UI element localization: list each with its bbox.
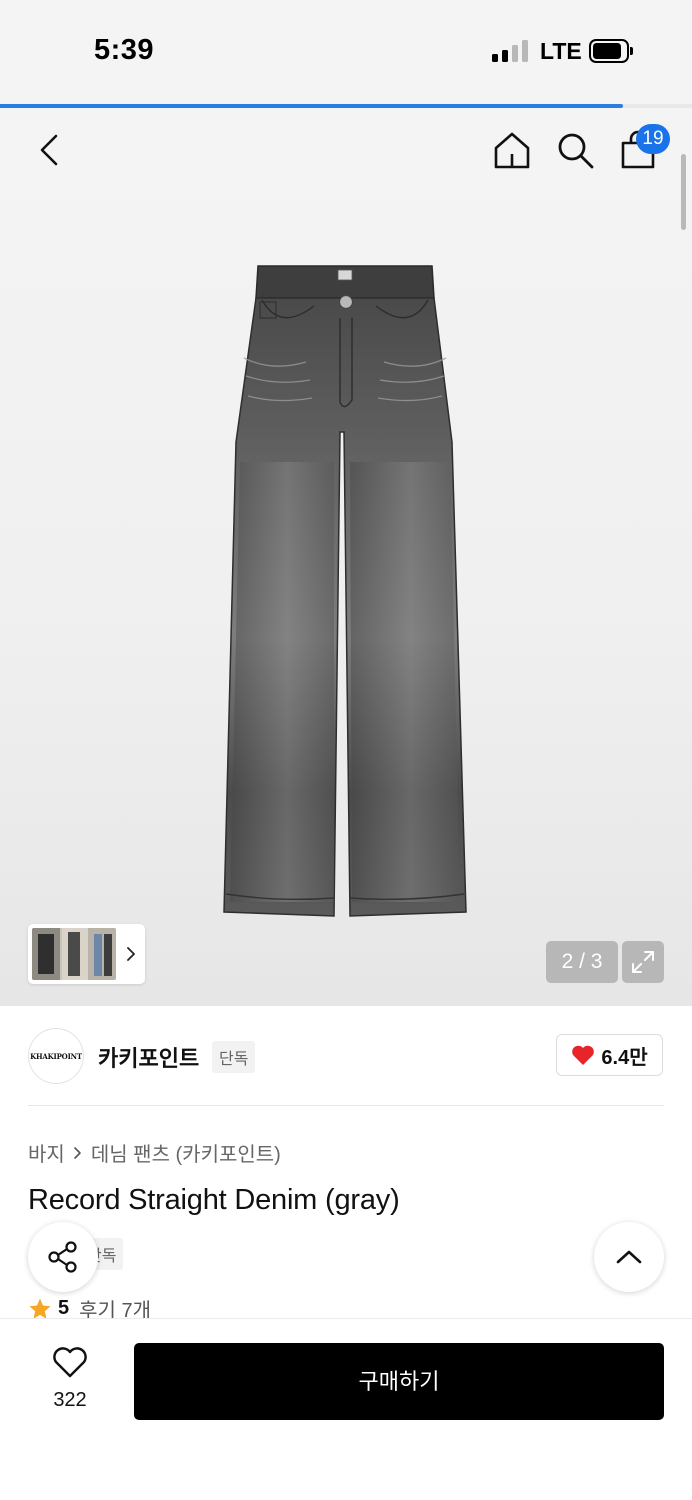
heart-icon: [572, 1045, 595, 1065]
scrollbar-thumb[interactable]: [681, 154, 686, 230]
product-image: [223, 265, 467, 917]
thumbnail-image[interactable]: [32, 928, 116, 980]
section-divider: [28, 1105, 664, 1106]
share-icon: [48, 1241, 77, 1273]
wishlist-count: 322: [53, 1389, 87, 1411]
home-icon: [494, 132, 530, 169]
purchase-bar: 322 구매하기: [0, 1318, 692, 1500]
brand-logo[interactable]: KHAKIPOINT: [28, 1028, 84, 1084]
chevron-right-icon: [127, 947, 135, 961]
buy-button[interactable]: 구매하기: [134, 1343, 664, 1420]
home-button[interactable]: [490, 128, 534, 172]
search-button[interactable]: [553, 128, 597, 172]
star-icon: [29, 1298, 51, 1319]
heart-outline-icon: [53, 1347, 87, 1378]
status-bar: 5:39 LTE: [0, 0, 692, 104]
network-label: LTE: [540, 38, 582, 64]
brand-exclusive-tag: 단독: [212, 1041, 256, 1073]
brand-like-count: 6.4만: [601, 1046, 648, 1069]
wishlist-button[interactable]: 322: [34, 1347, 106, 1417]
brand-like-button[interactable]: 6.4만: [556, 1034, 663, 1076]
breadcrumb-subcategory[interactable]: 데님 팬츠 (카키포인트): [91, 1138, 281, 1167]
product-gallery[interactable]: 19 2 / 3: [0, 108, 692, 1006]
expand-icon: [632, 951, 654, 973]
chevron-left-icon: [40, 134, 58, 166]
breadcrumb: 바지 데님 팬츠 (카키포인트): [28, 1138, 281, 1167]
breadcrumb-category[interactable]: 바지: [28, 1138, 65, 1167]
share-button[interactable]: [28, 1222, 98, 1292]
brand-logo-text: KHAKIPOINT: [30, 1051, 82, 1061]
expand-button[interactable]: [622, 941, 664, 983]
brand-row: KHAKIPOINT 카키포인트 단독 6.4만: [28, 1026, 664, 1086]
battery-icon: [589, 39, 633, 63]
back-button[interactable]: [28, 128, 72, 172]
scroll-top-button[interactable]: [594, 1222, 664, 1292]
thumbnail-strip[interactable]: [28, 924, 145, 984]
signal-bars-icon: [492, 40, 528, 62]
search-icon: [558, 133, 594, 169]
image-pager: 2 / 3: [546, 941, 618, 983]
status-time: 5:39: [94, 34, 155, 66]
chevron-right-icon: [71, 1146, 85, 1160]
cart-count-badge: 19: [636, 124, 670, 154]
rating-score: 5: [58, 1297, 70, 1319]
brand-name[interactable]: 카키포인트: [98, 1041, 199, 1073]
product-title: Record Straight Denim (gray): [28, 1184, 400, 1216]
chevron-up-icon: [616, 1250, 642, 1264]
